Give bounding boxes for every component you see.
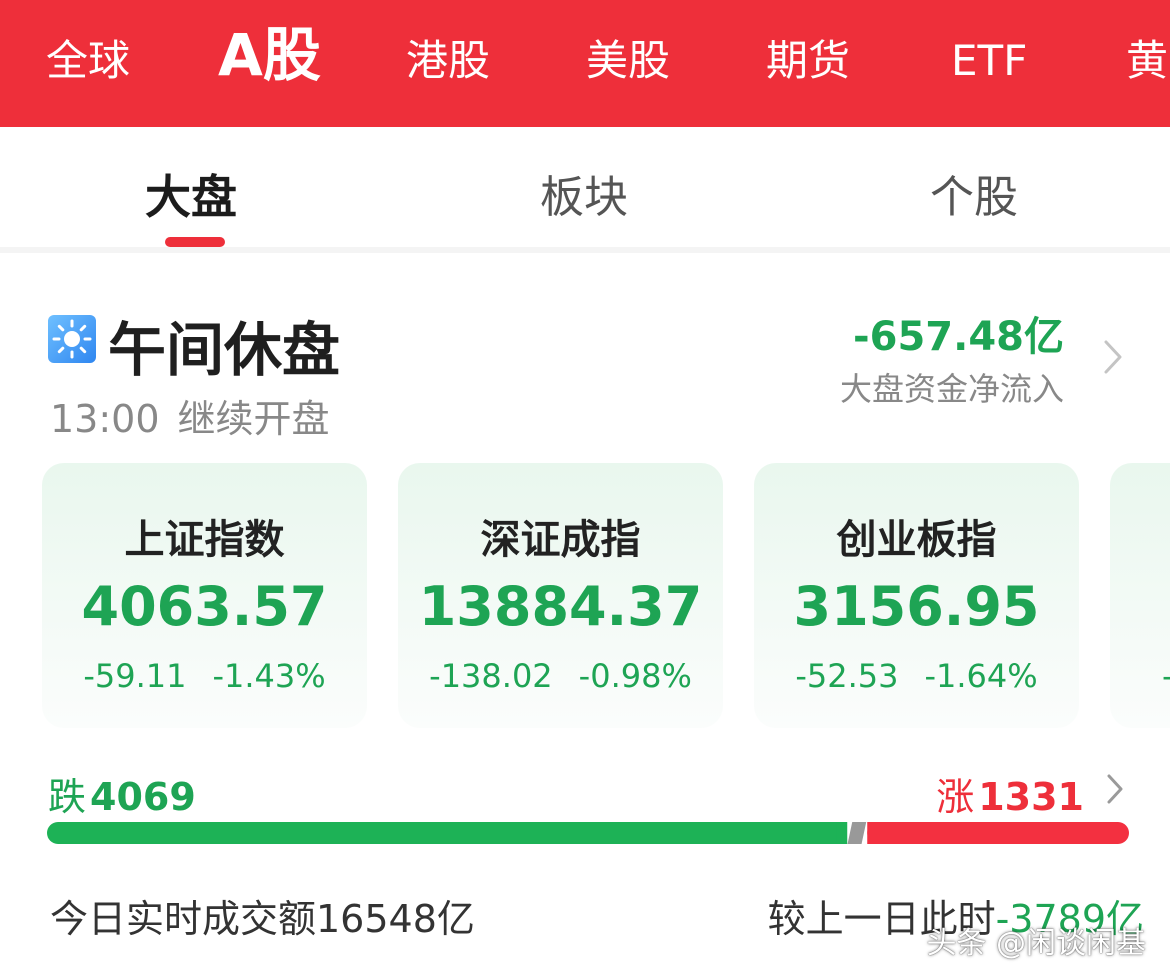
tab-us-stock[interactable]: 美股 <box>586 0 670 127</box>
index-card-row: 上证指数 4063.57 -59.11 -1.43% 深证成指 13884.37 … <box>0 463 1170 728</box>
advance-decline-bar <box>47 822 1129 844</box>
index-change-points: -59.11 <box>83 657 187 695</box>
index-change: - <box>1162 657 1170 695</box>
fund-flow-label[interactable]: 大盘资金净流入 <box>840 364 1064 410</box>
index-change-points: -138.02 <box>429 657 553 695</box>
index-change-percent: -0.98% <box>578 657 692 695</box>
index-value: 13884.37 <box>418 575 703 638</box>
advancers-count[interactable]: 涨 1331 <box>936 766 1084 821</box>
index-name: 上证指数 <box>124 517 285 563</box>
watermark: 头条 @闲谈闲基 <box>926 926 1146 961</box>
index-card-sse[interactable]: 上证指数 4063.57 -59.11 -1.43% <box>42 463 367 728</box>
index-value: 3156.95 <box>793 575 1040 638</box>
tab-etf[interactable]: ETF <box>951 0 1027 127</box>
chevron-right-icon[interactable] <box>1098 338 1128 376</box>
sun-icon <box>48 315 96 363</box>
advancers-segment-edge <box>867 822 879 844</box>
tab-global[interactable]: 全球 <box>46 0 130 127</box>
resume-time: 13:00 继续开盘 <box>50 388 330 443</box>
index-change-percent: -1.43% <box>212 657 326 695</box>
resume-label: 继续开盘 <box>177 397 330 441</box>
index-change: -52.53 -1.64% <box>754 657 1079 695</box>
index-card-szse[interactable]: 深证成指 13884.37 -138.02 -0.98% <box>398 463 723 728</box>
index-change: -138.02 -0.98% <box>398 657 723 695</box>
tab-overview[interactable]: 大盘 <box>145 161 237 227</box>
tab-hk-stock[interactable]: 港股 <box>406 0 490 127</box>
active-tab-indicator <box>165 237 225 247</box>
index-card-partial[interactable]: - <box>1110 463 1170 728</box>
index-change: -59.11 -1.43% <box>42 657 367 695</box>
turnover-text: 今日实时成交额16548亿 <box>50 897 475 941</box>
advancers-number: 1331 <box>978 775 1084 819</box>
index-card-chinext[interactable]: 创业板指 3156.95 -52.53 -1.64% <box>754 463 1079 728</box>
tab-futures[interactable]: 期货 <box>766 0 850 127</box>
decliners-segment-edge <box>836 822 848 844</box>
tab-gold[interactable]: 黄 <box>1126 0 1168 127</box>
market-tab-bar: 全球 A股 港股 美股 期货 ETF 黄 <box>0 0 1170 127</box>
decliners-number: 4069 <box>90 775 196 819</box>
tab-sectors[interactable]: 板块 <box>540 161 628 225</box>
fund-flow-value[interactable]: -657.48亿 <box>853 304 1064 362</box>
resume-time-value: 13:00 <box>50 397 160 441</box>
index-change-points: - <box>1162 657 1170 695</box>
section-divider <box>0 247 1170 253</box>
tab-stocks[interactable]: 个股 <box>930 161 1018 225</box>
chevron-right-icon[interactable] <box>1102 772 1128 806</box>
decliners-count: 跌 4069 <box>48 766 196 821</box>
advancers-label: 涨 <box>936 775 975 819</box>
tab-a-share[interactable]: A股 <box>218 0 321 127</box>
market-status-title: 午间休盘 <box>108 316 341 384</box>
index-value: 4063.57 <box>81 575 328 638</box>
index-change-points: -52.53 <box>795 657 899 695</box>
decliners-label: 跌 <box>48 775 87 819</box>
decliners-segment <box>47 822 859 844</box>
sub-tab-bar: 大盘 板块 个股 <box>0 127 1170 247</box>
index-name: 创业板指 <box>836 517 997 563</box>
index-name: 深证成指 <box>480 517 641 563</box>
index-change-percent: -1.64% <box>924 657 1038 695</box>
advancers-segment <box>867 822 1129 844</box>
